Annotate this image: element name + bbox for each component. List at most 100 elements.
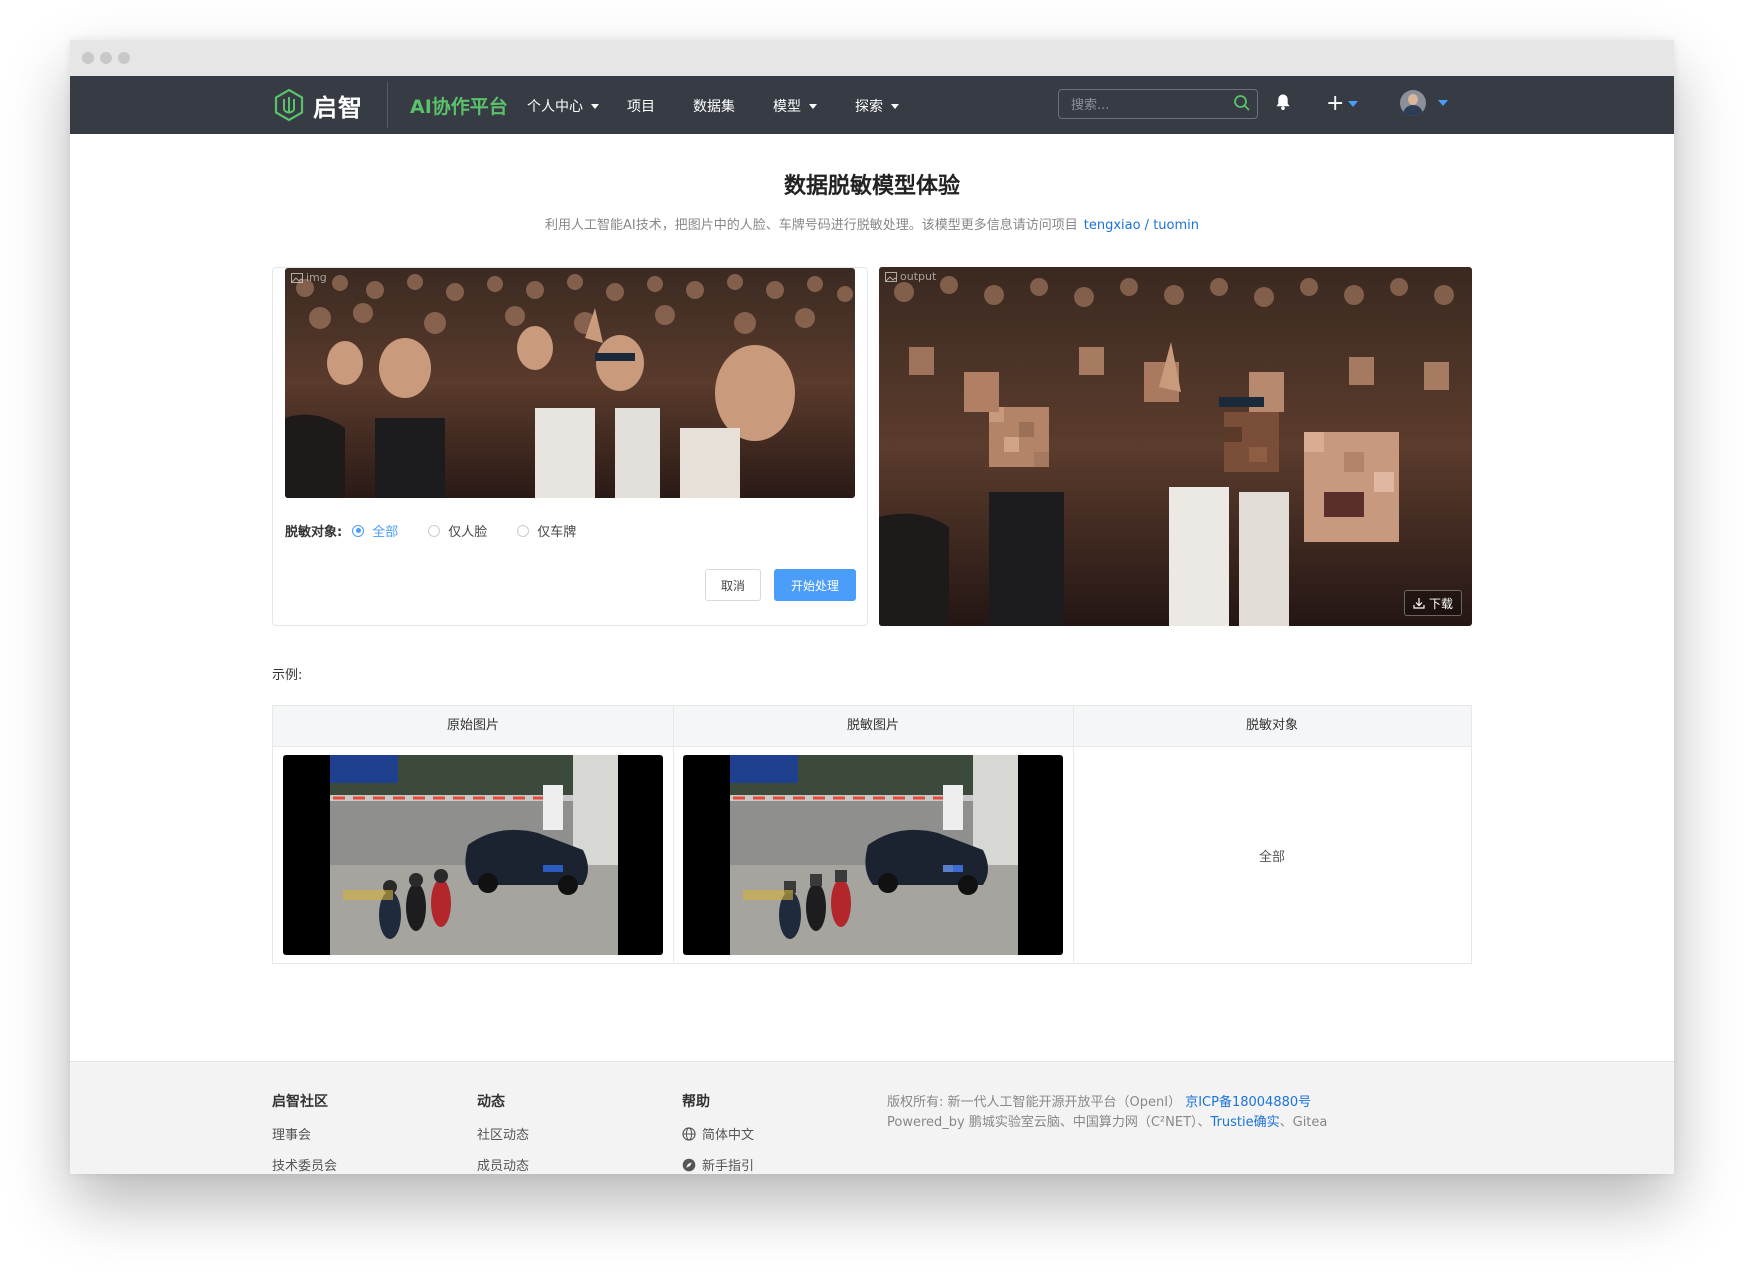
input-image-label: img [291, 271, 327, 284]
icp-link[interactable]: 京ICP备18004880号 [1185, 1095, 1311, 1110]
table-header: 原始图片 脱敏图片 脱敏对象 [273, 706, 1471, 747]
radio-label: 全部 [372, 525, 399, 540]
example-original-image[interactable] [283, 755, 663, 955]
input-panel: img 脱敏对象: 全部 仅人脸 仅车牌 取消 开始处理 [272, 267, 868, 626]
search-input[interactable] [1069, 95, 1223, 115]
image-label-text: img [306, 271, 327, 284]
anonymized-crowd-photo [879, 267, 1472, 626]
window-close-dot[interactable] [82, 52, 94, 64]
page-subtitle: 利用人工智能AI技术，把图片中的人脸、车牌号码进行脱敏处理。该模型更多信息请访问… [70, 214, 1674, 233]
footer-copyright: 版权所有: 新一代人工智能开源开放平台（OpenI） 京ICP备18004880… [887, 1091, 1311, 1110]
footer-link-guide[interactable]: 新手指引 [682, 1155, 754, 1174]
radio-selected-icon [352, 524, 365, 537]
nav-models[interactable]: 模型 [773, 96, 817, 116]
column-header-target: 脱敏对象 [1245, 718, 1298, 733]
window-titlebar [70, 40, 1674, 76]
radio-group-title: 脱敏对象: [285, 525, 343, 540]
window-minimize-dot[interactable] [100, 52, 112, 64]
browser-window: 启智 AI协作平台 个人中心 项目 数据集 模型 探索 搜索... + 数据脱敏… [70, 40, 1674, 1174]
radio-label: 仅人脸 [448, 525, 488, 540]
user-menu[interactable] [1400, 90, 1448, 116]
footer-link-council[interactable]: 理事会 [272, 1124, 311, 1143]
chevron-down-icon [809, 103, 817, 109]
nav-item-label: 数据集 [693, 99, 735, 115]
radio-label: 仅车牌 [537, 525, 577, 540]
image-icon [291, 272, 303, 283]
examples-label: 示例: [272, 668, 303, 683]
download-button[interactable]: 下载 [1403, 590, 1462, 616]
gitea-text: 、Gitea [1279, 1115, 1328, 1130]
footer-community-title: 启智社区 [272, 1094, 328, 1110]
nav-item-label: 项目 [627, 99, 655, 115]
radio-face-only[interactable]: 仅人脸 [428, 521, 487, 540]
radio-all[interactable]: 全部 [352, 521, 398, 540]
parking-gate-anonymized-photo [683, 755, 1063, 955]
column-divider [1073, 706, 1074, 963]
powered-by-text: Powered_by 鹏城实验室云脑、中国算力网（C²NET）、 [887, 1115, 1211, 1130]
image-icon [885, 271, 897, 282]
plus-icon: + [1326, 91, 1345, 116]
footer-link-label: 新手指引 [702, 1159, 755, 1174]
example-target-cell: 全部 [1258, 850, 1285, 865]
create-new-button[interactable]: + [1326, 91, 1359, 116]
nav-item-label: 探索 [855, 99, 883, 115]
footer-link-label: 理事会 [272, 1128, 312, 1143]
footer-news-title: 动态 [477, 1094, 505, 1110]
subtitle-text: 利用人工智能AI技术，把图片中的人脸、车牌号码进行脱敏处理。该模型更多信息请访问… [545, 218, 1078, 233]
compass-icon [682, 1158, 696, 1171]
cancel-button[interactable]: 取消 [705, 569, 761, 601]
column-header-anonymized: 脱敏图片 [846, 718, 899, 733]
page-title: 数据脱敏模型体验 [783, 174, 960, 199]
footer-link-member-news[interactable]: 成员动态 [477, 1155, 529, 1174]
logo-text: 启智 [313, 93, 363, 122]
footer-powered-by: Powered_by 鹏城实验室云脑、中国算力网（C²NET）、Trustie确… [887, 1111, 1327, 1130]
image-label-text: output [900, 270, 937, 283]
radio-unselected-icon [517, 524, 530, 537]
footer-link-tech-committee[interactable]: 技术委员会 [272, 1155, 337, 1174]
search-box [1058, 89, 1258, 119]
examples-table: 原始图片 脱敏图片 脱敏对象 全部 [272, 705, 1472, 964]
radio-unselected-icon [428, 524, 441, 537]
download-label: 下载 [1428, 596, 1453, 611]
page-footer: 启智社区 理事会 技术委员会 动态 社区动态 成员动态 帮助 简体中文 新手指引… [70, 1061, 1674, 1174]
chevron-down-icon [891, 103, 899, 109]
column-divider [673, 706, 674, 963]
top-navbar: 启智 AI协作平台 个人中心 项目 数据集 模型 探索 搜索... + [70, 76, 1674, 134]
nav-explore[interactable]: 探索 [855, 96, 899, 116]
footer-link-label: 技术委员会 [272, 1159, 338, 1174]
site-logo[interactable]: 启智 [273, 86, 363, 124]
avatar [1400, 90, 1426, 116]
trustie-link[interactable]: Trustie确实 [1211, 1115, 1280, 1130]
chevron-down-icon [1348, 100, 1359, 107]
globe-icon [682, 1126, 696, 1141]
parking-gate-photo [283, 755, 663, 955]
footer-link-language[interactable]: 简体中文 [682, 1124, 754, 1143]
notification-bell-icon[interactable] [1275, 93, 1291, 111]
output-panel: output 下载 [879, 267, 1472, 626]
project-link[interactable]: tengxiao / tuomin [1084, 218, 1199, 233]
output-image-label: output [885, 270, 936, 283]
radio-plate-only[interactable]: 仅车牌 [517, 521, 576, 540]
footer-link-label: 社区动态 [477, 1128, 530, 1143]
nav-projects[interactable]: 项目 [627, 96, 655, 116]
start-processing-button[interactable]: 开始处理 [774, 569, 856, 601]
copyright-text: 版权所有: 新一代人工智能开源开放平台（OpenI） [887, 1095, 1182, 1110]
search-icon[interactable] [1233, 94, 1251, 112]
crowd-photo [285, 268, 855, 498]
footer-link-label: 成员动态 [477, 1159, 530, 1174]
input-image[interactable]: img [285, 268, 855, 498]
platform-title[interactable]: AI协作平台 [410, 92, 508, 119]
example-anonymized-image[interactable] [683, 755, 1063, 955]
target-radio-group: 脱敏对象: 全部 仅人脸 仅车牌 [285, 521, 606, 540]
nav-item-label: 个人中心 [527, 99, 583, 115]
nav-item-label: 模型 [773, 99, 801, 115]
openi-logo-icon [274, 88, 304, 122]
chevron-down-icon [591, 103, 599, 109]
nav-divider [387, 82, 388, 128]
window-zoom-dot[interactable] [118, 52, 130, 64]
footer-link-community-news[interactable]: 社区动态 [477, 1124, 529, 1143]
column-header-original: 原始图片 [446, 718, 499, 733]
nav-datasets[interactable]: 数据集 [693, 96, 735, 116]
download-icon [1413, 598, 1425, 609]
nav-personal-center[interactable]: 个人中心 [527, 96, 599, 116]
